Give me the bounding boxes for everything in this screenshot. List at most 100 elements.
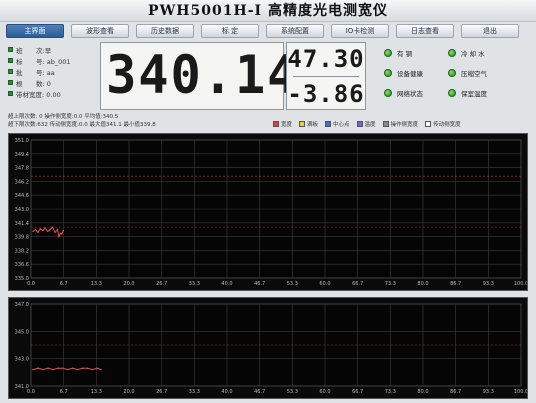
x-tick-label: 6.7 xyxy=(60,389,68,395)
legend-item-4[interactable]: 操作侧宽度 xyxy=(382,120,418,128)
status-led-icon xyxy=(8,91,13,96)
status-led-icon xyxy=(8,80,13,85)
data-point xyxy=(54,231,56,233)
stats-summary: 超上限次数: 0 操作侧宽度:0.0 平均值:340.5 超下限次数:632 传… xyxy=(8,113,268,129)
data-point xyxy=(100,368,102,371)
deviation-display: 47.30 -3.86 xyxy=(286,42,366,110)
x-tick-label: 60.0 xyxy=(319,389,330,395)
chart-legend: 宽度 满板 中心点 温度 操作侧宽度 传动侧宽度 xyxy=(273,119,531,128)
indicator-label: 冷 却 水 xyxy=(461,50,485,58)
x-tick-label: 60.0 xyxy=(319,281,330,287)
indicator-4: 网络状态 xyxy=(384,88,423,98)
data-point xyxy=(96,367,98,369)
x-tick-label: 20.0 xyxy=(123,281,134,287)
menu-button-7[interactable]: 退出 xyxy=(461,24,519,38)
legend-item-1[interactable]: 满板 xyxy=(299,120,318,128)
x-tick-label: 100.0 xyxy=(514,389,527,395)
data-point xyxy=(46,230,49,233)
y-tick-label: 347.0 xyxy=(15,302,29,308)
legend-item-5[interactable]: 传动侧宽度 xyxy=(425,120,461,128)
data-point xyxy=(47,367,49,369)
x-tick-label: 66.7 xyxy=(352,281,363,287)
data-point xyxy=(39,228,42,230)
y-tick-label: 343.0 xyxy=(15,207,29,213)
menu-button-4[interactable]: 系统配置 xyxy=(266,24,324,38)
x-tick-label: 40.0 xyxy=(221,281,232,287)
y-tick-label: 336.6 xyxy=(15,262,29,268)
data-point xyxy=(34,229,37,231)
deviation-divider xyxy=(293,76,359,77)
x-tick-label: 46.7 xyxy=(254,281,265,287)
x-tick-label: 86.7 xyxy=(450,281,461,287)
data-point xyxy=(81,367,84,369)
x-tick-label: 26.7 xyxy=(156,389,167,395)
data-point xyxy=(91,368,93,371)
status-panel: 班次:早 标号: ab_001 批号: aa 根数: 0 带材宽度: 0.00 xyxy=(8,44,100,106)
legend-item-2[interactable]: 中心点 xyxy=(325,120,350,128)
status-batch: 批号: aa xyxy=(8,66,100,77)
indicator-label: 有 钢 xyxy=(397,50,413,58)
data-point xyxy=(32,368,34,371)
x-tick-label: 26.7 xyxy=(156,281,167,287)
status-mark: 标号: ab_001 xyxy=(8,55,100,66)
legend-swatch-icon xyxy=(425,120,432,127)
data-point xyxy=(58,235,60,238)
status-ratio: 带材宽度: 0.00 xyxy=(8,88,100,99)
legend-swatch-icon xyxy=(356,120,363,127)
legend-label: 传动侧宽度 xyxy=(433,121,461,128)
y-tick-label: 344.6 xyxy=(15,193,29,199)
indicator-5: 保室温度 xyxy=(448,88,487,98)
x-tick-label: 66.7 xyxy=(352,389,363,395)
menu-button-3[interactable]: 标 定 xyxy=(201,24,259,38)
y-tick-label: 346.2 xyxy=(15,179,29,185)
x-tick-label: 53.3 xyxy=(287,389,298,395)
x-tick-label: 80.0 xyxy=(417,389,428,395)
data-point xyxy=(61,233,63,235)
legend-label: 中心点 xyxy=(333,121,350,128)
stats-line-upper: 超上限次数: 0 操作侧宽度:0.0 平均值:340.5 xyxy=(8,114,119,120)
data-point xyxy=(59,232,62,234)
y-tick-label: 351.0 xyxy=(15,138,29,144)
x-tick-label: 86.7 xyxy=(450,389,461,395)
indicator-panel: 有 钢 冷 却 水设备健康 压缩空气 网络状态 保室温度 xyxy=(384,48,530,108)
y-tick-label: 341.0 xyxy=(15,384,29,390)
data-point xyxy=(44,227,46,229)
y-tick-label: 343.0 xyxy=(15,357,29,363)
x-tick-label: 6.7 xyxy=(60,281,68,287)
title-bar: PWH5001H-I 高精度光电测宽仪 xyxy=(0,0,536,22)
y-tick-label: 345.0 xyxy=(15,329,29,335)
legend-swatch-icon xyxy=(325,120,332,127)
data-point xyxy=(56,229,59,231)
y-tick-label: 339.8 xyxy=(15,235,29,241)
data-point xyxy=(52,368,54,371)
status-led-icon xyxy=(8,58,13,63)
x-tick-label: 20.0 xyxy=(123,389,134,395)
status-led-icon xyxy=(8,47,13,52)
x-tick-label: 93.3 xyxy=(483,281,494,287)
legend-item-0[interactable]: 宽度 xyxy=(273,120,292,128)
x-tick-label: 100.0 xyxy=(514,281,527,287)
menu-button-2[interactable]: 历史数据 xyxy=(136,24,194,38)
menu-button-6[interactable]: 日志查看 xyxy=(396,24,454,38)
indicator-led-icon xyxy=(448,89,456,97)
data-point xyxy=(42,229,44,232)
status-count: 根数: 0 xyxy=(8,77,100,88)
secondary-chart: 0.0 6.7 13.3 20.0 26.7 33.3 40.0 46.7 53.3 60.0 66… xyxy=(8,297,528,399)
width-value: 340.14 xyxy=(106,45,300,106)
legend-item-3[interactable]: 温度 xyxy=(356,120,376,128)
data-point xyxy=(51,226,54,228)
width-chart: 0.0 6.7 13.3 20.0 26.7 33.3 40.0 46.7 53.3 60.0 66… xyxy=(8,133,528,291)
width-chart-svg: 0.0 6.7 13.3 20.0 26.7 33.3 40.0 46.7 53.3 60.0 66… xyxy=(15,138,528,287)
menu-button-5[interactable]: IO卡检测 xyxy=(331,24,389,38)
data-point xyxy=(32,230,34,233)
legend-label: 满板 xyxy=(307,121,319,128)
legend-label: 温度 xyxy=(364,121,376,128)
legend-swatch-icon xyxy=(382,120,389,127)
x-tick-label: 33.3 xyxy=(189,281,200,287)
menu-button-1[interactable]: 波形查看 xyxy=(71,24,129,38)
secondary-chart-svg: 0.0 6.7 13.3 20.0 26.7 33.3 40.0 46.7 53.3 60.0 66… xyxy=(15,302,528,395)
x-tick-label: 73.3 xyxy=(385,389,396,395)
data-point xyxy=(62,367,64,369)
menu-button-0[interactable]: 主界面 xyxy=(6,24,64,38)
data-point xyxy=(71,367,74,369)
